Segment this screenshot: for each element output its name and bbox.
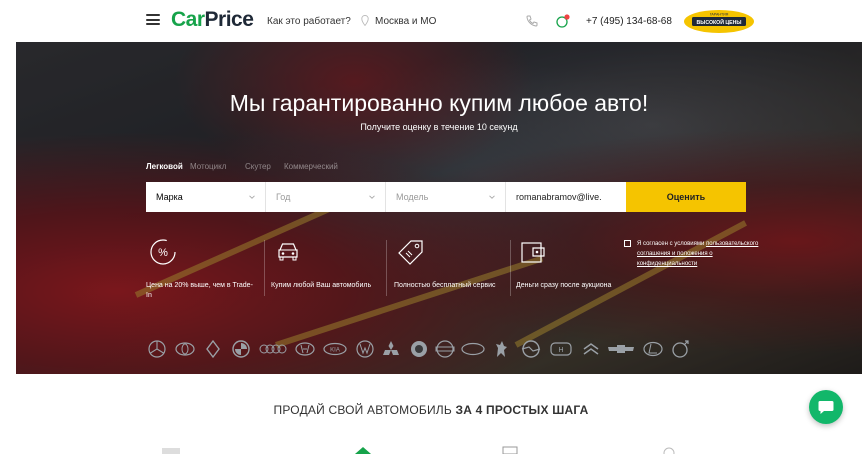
feature-free-text: Полностью бесплатный сервис <box>394 282 496 289</box>
chevron-down-icon <box>369 195 375 199</box>
phone-number[interactable]: +7 (495) 134-68-68 <box>586 16 672 27</box>
logo[interactable]: CarPrice <box>171 8 254 32</box>
steps-title: ПРОДАЙ СВОЙ АВТОМОБИЛЬ ЗА 4 ПРОСТЫХ ШАГА <box>0 403 862 417</box>
city-selector[interactable]: Москва и МО <box>375 16 436 27</box>
tab-commercial[interactable]: Коммерческий <box>284 162 338 171</box>
feature-any-car: Купим любой Ваш автомобиль <box>271 238 381 291</box>
logo-car: Car <box>171 8 205 31</box>
hero-section: Мы гарантированно купим любое авто! Полу… <box>16 42 862 374</box>
model-select[interactable]: Модель <box>386 182 506 212</box>
chat-icon <box>818 401 834 414</box>
location-pin-icon <box>361 15 369 26</box>
chevrolet-logo-icon[interactable] <box>606 338 636 360</box>
hero-title: Мы гарантированно купим любое авто! <box>229 90 649 116</box>
bmw-logo-icon[interactable] <box>230 338 252 360</box>
mitsubishi-logo-icon[interactable] <box>380 338 402 360</box>
peugeot-logo-icon[interactable] <box>490 338 512 360</box>
tab-scooter[interactable]: Скутер <box>245 162 271 171</box>
tag-icon <box>398 240 423 265</box>
feature-price-text: Цена на 20% выше, чем в Trade-In <box>146 282 253 299</box>
consent-prefix: Я согласен с условиями <box>637 241 705 247</box>
badge-main-text: ВЫСОКОЙ ЦЕНЫ <box>697 18 742 26</box>
wallet-icon <box>521 242 545 263</box>
header: CarPrice Как это работает? Москва и МО +… <box>0 0 862 42</box>
brand-select-value: Марка <box>156 192 183 202</box>
steps-title-plain: ПРОДАЙ СВОЙ АВТОМОБИЛЬ <box>273 403 452 417</box>
how-it-works-link[interactable]: Как это работает? <box>267 16 351 27</box>
model-select-value: Модель <box>396 192 429 202</box>
steps-title-bold: ЗА 4 ПРОСТЫХ ШАГА <box>455 403 589 417</box>
hero-subtitle: Получите оценку в течение 10 секунд <box>360 122 518 132</box>
kia-logo-icon[interactable]: KIA <box>322 338 348 360</box>
brand-select[interactable]: Марка <box>146 182 266 212</box>
step-2-icon <box>355 447 371 454</box>
mercedes-logo-icon[interactable] <box>146 338 168 360</box>
callback-icon[interactable] <box>555 13 571 29</box>
percent-icon: % <box>150 239 176 265</box>
nissan-logo-icon[interactable] <box>434 338 456 360</box>
step-1-icon <box>162 448 180 454</box>
step-3-icon <box>502 446 518 454</box>
feature-any-car-text: Купим любой Ваш автомобиль <box>271 282 372 289</box>
step-4-icon <box>663 447 675 454</box>
logo-price: Price <box>204 8 254 31</box>
citroen-logo-icon[interactable] <box>580 338 602 360</box>
vw-logo-icon[interactable] <box>354 338 376 360</box>
skoda-logo-icon[interactable] <box>408 338 430 360</box>
consent-text: Я согласен с условиями пользовательского… <box>637 239 762 269</box>
toyota-logo-icon[interactable] <box>174 338 196 360</box>
evaluation-form: Марка Год Модель romanabramov@live. Оцен… <box>146 182 746 212</box>
feature-free: Полностью бесплатный сервис <box>394 238 504 291</box>
renault-logo-icon[interactable] <box>202 338 224 360</box>
chat-button[interactable] <box>809 390 843 424</box>
phone-icon[interactable] <box>524 13 540 29</box>
chevron-down-icon <box>249 195 255 199</box>
email-input[interactable]: romanabramov@live. <box>506 182 626 212</box>
page: CarPrice Как это работает? Москва и МО +… <box>0 0 862 454</box>
svg-text:KIA: KIA <box>330 348 340 354</box>
year-select[interactable]: Год <box>266 182 386 212</box>
feature-price: % Цена на 20% выше, чем в Trade-In <box>146 238 256 301</box>
car-front-icon <box>278 243 298 261</box>
hyundai-logo-icon[interactable] <box>294 338 316 360</box>
evaluate-button[interactable]: Оценить <box>626 182 746 212</box>
chevron-down-icon <box>489 195 495 199</box>
ford-logo-icon[interactable] <box>460 338 486 360</box>
high-price-guarantee-badge: ГАРАНТИЯ ВЫСОКОЙ ЦЕНЫ <box>684 10 754 33</box>
menu-icon[interactable] <box>146 14 160 25</box>
feature-instant-payment-text: Деньги сразу после аукциона <box>516 282 612 289</box>
badge-top-text: ГАРАНТИЯ <box>710 13 729 17</box>
svg-text:%: % <box>158 247 168 259</box>
opel-logo-icon[interactable] <box>520 338 542 360</box>
feature-instant-payment: Деньги сразу после аукциона <box>516 238 626 291</box>
year-select-value: Год <box>276 192 291 202</box>
audi-logo-icon[interactable] <box>258 338 288 360</box>
tab-passenger[interactable]: Легковой <box>146 162 183 171</box>
consent-checkbox[interactable] <box>624 240 631 247</box>
lexus-logo-icon[interactable] <box>642 338 664 360</box>
honda-logo-icon[interactable]: H <box>548 338 574 360</box>
tab-motorcycle[interactable]: Мотоцикл <box>190 162 226 171</box>
svg-text:H: H <box>558 347 563 354</box>
volvo-logo-icon[interactable] <box>670 338 692 360</box>
car-brands-row: KIA H <box>146 338 746 360</box>
